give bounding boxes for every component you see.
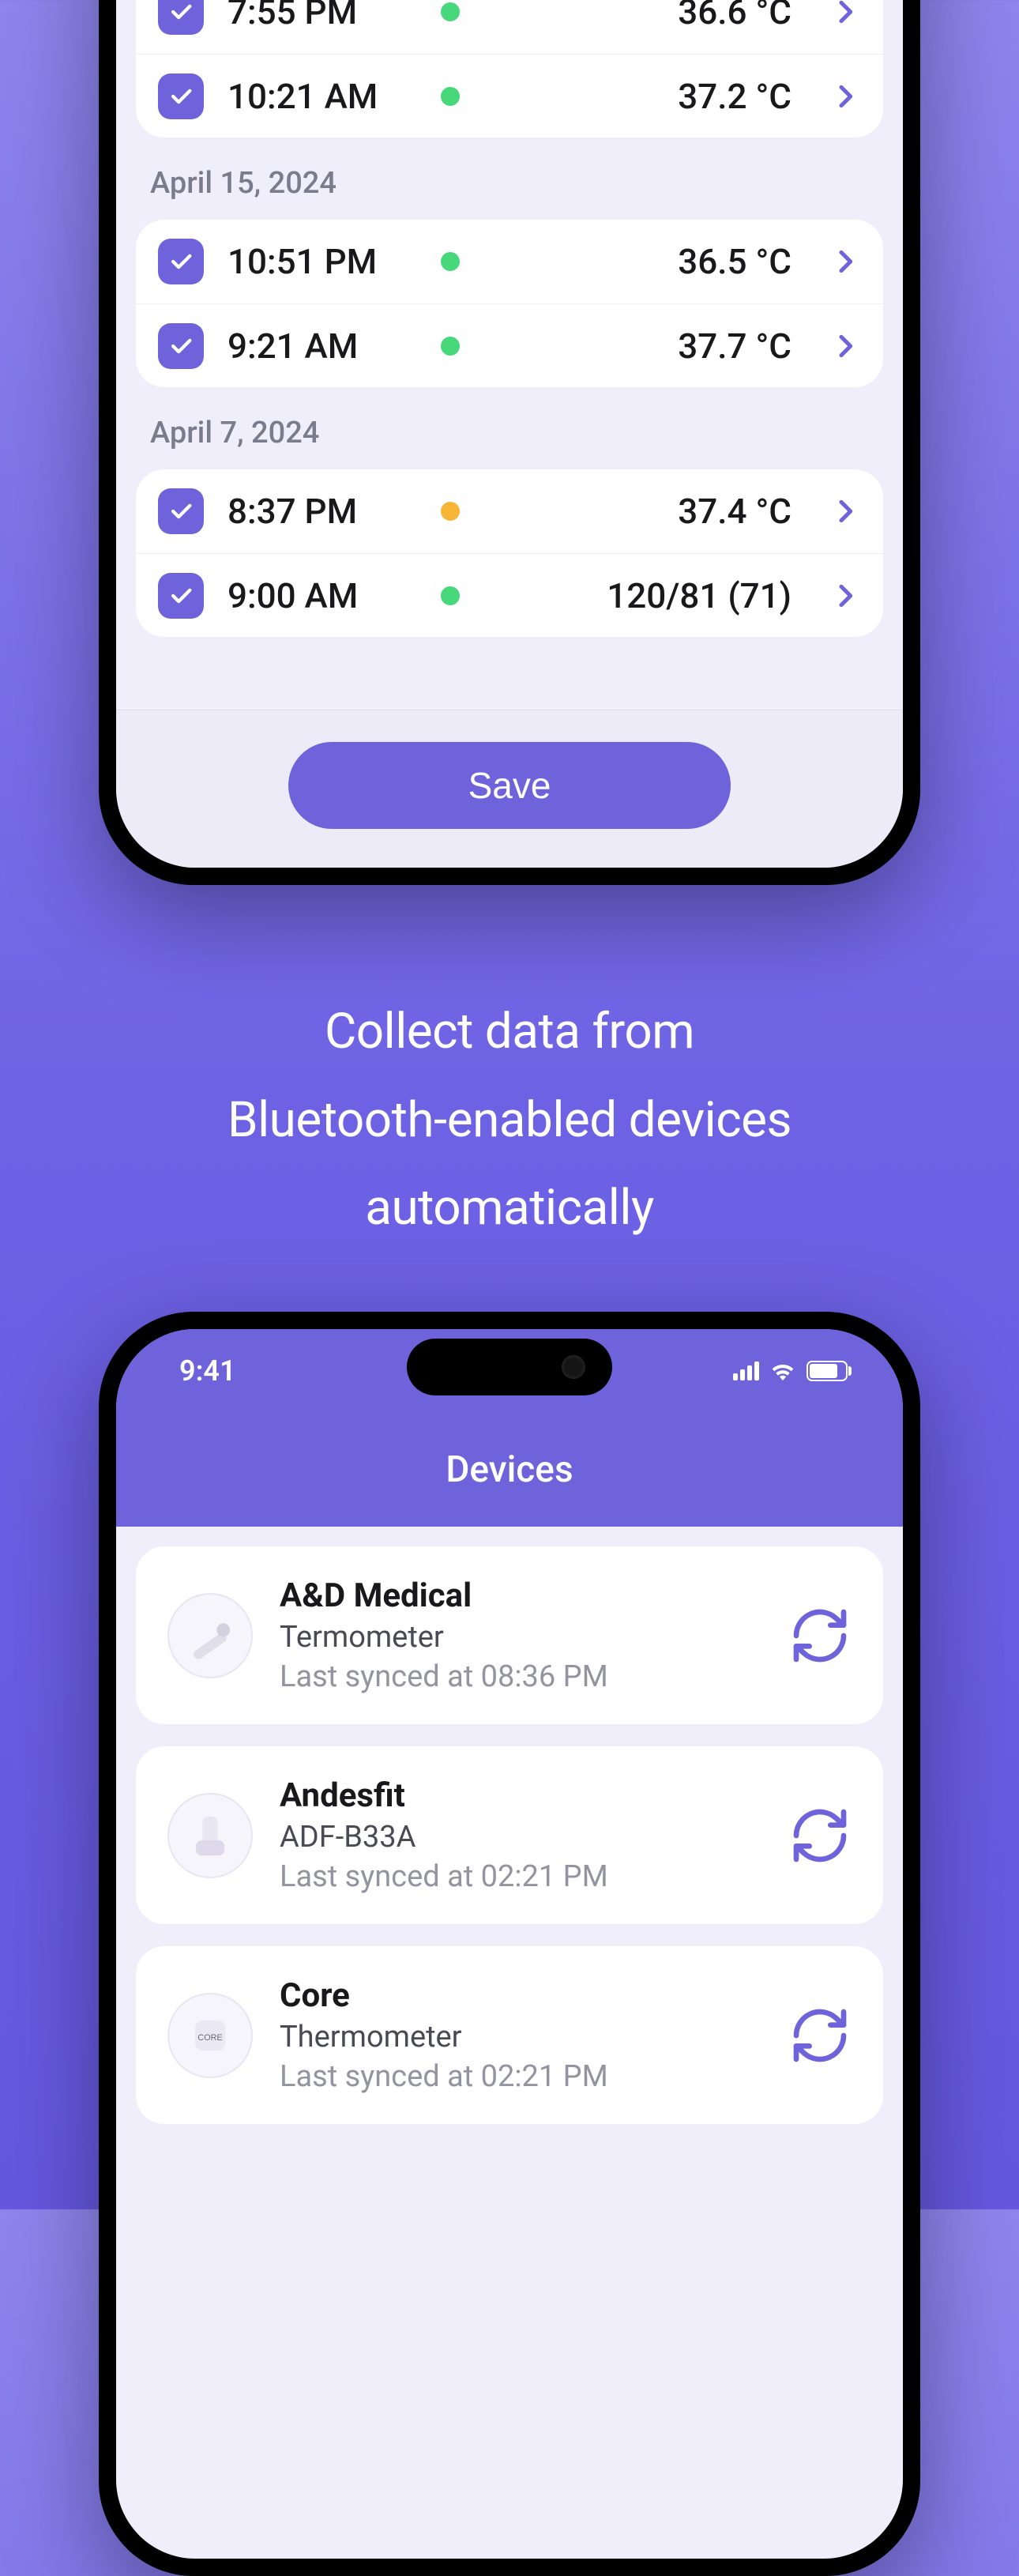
chevron-right-icon[interactable] (829, 580, 861, 612)
svg-text:CORE: CORE (197, 2033, 222, 2043)
record-time: 10:21 AM (227, 76, 417, 117)
status-time: 9:41 (179, 1354, 236, 1388)
device-image (167, 1793, 253, 1878)
device-image: CORE (167, 1993, 253, 2078)
device-model: Termometer (280, 1620, 761, 1655)
record-value: 37.7 °C (678, 326, 792, 367)
chevron-right-icon[interactable] (829, 330, 861, 362)
chevron-right-icon[interactable] (829, 0, 861, 28)
record-value: 37.2 °C (678, 76, 792, 117)
sync-icon[interactable] (788, 2004, 852, 2067)
checkbox[interactable] (158, 73, 204, 119)
section-date: April 7, 2024 (136, 387, 883, 469)
record-value: 36.6 °C (678, 0, 792, 32)
section-date: April 15, 2024 (136, 137, 883, 220)
record-row[interactable]: 7:55 PM 36.6 °C (136, 0, 883, 54)
device-image (167, 1593, 253, 1678)
device-row[interactable]: A&D Medical Termometer Last synced at 08… (136, 1546, 883, 1724)
device-model: Thermometer (280, 2020, 761, 2054)
record-value: 37.4 °C (678, 491, 792, 532)
battery-icon (807, 1361, 848, 1381)
marketing-line: automatically (63, 1164, 956, 1252)
checkbox[interactable] (158, 573, 204, 619)
status-dot (441, 502, 460, 521)
checkbox[interactable] (158, 323, 204, 369)
record-row[interactable]: 10:21 AM 37.2 °C (136, 54, 883, 137)
record-row[interactable]: 10:51 PM 36.5 °C (136, 220, 883, 303)
chevron-right-icon[interactable] (829, 495, 861, 527)
device-name: Core (280, 1976, 761, 2015)
status-dot (441, 252, 460, 271)
device-row[interactable]: Andesfit ADF-B33A Last synced at 02:21 P… (136, 1746, 883, 1924)
record-card: 8:37 PM 37.4 °C 9:00 AM 120/81 (71 (136, 469, 883, 637)
phone-frame-bottom: 9:41 Devices A&D Med (99, 1312, 920, 2576)
marketing-line: Bluetooth-enabled devices (63, 1076, 956, 1165)
screen-bottom: 9:41 Devices A&D Med (116, 1329, 903, 2559)
cellular-icon (733, 1361, 759, 1380)
checkbox[interactable] (158, 239, 204, 284)
checkbox[interactable] (158, 488, 204, 534)
record-row[interactable]: 9:00 AM 120/81 (71) (136, 553, 883, 637)
sync-icon[interactable] (788, 1604, 852, 1667)
record-value: 120/81 (71) (607, 575, 792, 616)
chevron-right-icon[interactable] (829, 81, 861, 112)
record-time: 7:55 PM (227, 0, 417, 32)
status-dot (441, 337, 460, 356)
marketing-text: Collect data from Bluetooth-enabled devi… (0, 988, 1019, 1252)
checkbox[interactable] (158, 0, 204, 35)
device-last-sync: Last synced at 08:36 PM (280, 1659, 761, 1694)
device-name: Andesfit (280, 1776, 761, 1815)
device-last-sync: Last synced at 02:21 PM (280, 1859, 761, 1894)
record-time: 9:21 AM (227, 326, 417, 367)
record-card: 10:51 PM 36.5 °C 9:21 AM 37.7 °C (136, 220, 883, 387)
bottom-bar: Save (116, 710, 903, 868)
record-row[interactable]: 8:37 PM 37.4 °C (136, 469, 883, 553)
status-dot (441, 586, 460, 605)
record-time: 8:37 PM (227, 491, 417, 532)
wifi-icon (770, 1361, 795, 1380)
record-value: 36.5 °C (678, 241, 792, 282)
chevron-right-icon[interactable] (829, 246, 861, 277)
phone-frame-top: 7:55 PM 36.6 °C 10:21 AM 37.2 °C (99, 0, 920, 885)
screen-top: 7:55 PM 36.6 °C 10:21 AM 37.2 °C (116, 0, 903, 868)
record-card: 7:55 PM 36.6 °C 10:21 AM 37.2 °C (136, 0, 883, 137)
record-row[interactable]: 9:21 AM 37.7 °C (136, 303, 883, 387)
device-row[interactable]: CORE Core Thermometer Last synced at 02:… (136, 1946, 883, 2124)
status-dot (441, 2, 460, 21)
sync-icon[interactable] (788, 1804, 852, 1867)
device-last-sync: Last synced at 02:21 PM (280, 2059, 761, 2094)
device-name: A&D Medical (280, 1576, 761, 1615)
status-dot (441, 87, 460, 106)
device-model: ADF-B33A (280, 1820, 761, 1855)
devices-list: A&D Medical Termometer Last synced at 08… (116, 1527, 903, 2144)
marketing-line: Collect data from (63, 988, 956, 1076)
save-button[interactable]: Save (288, 742, 731, 829)
record-time: 10:51 PM (227, 241, 417, 282)
record-time: 9:00 AM (227, 575, 417, 616)
dynamic-island (407, 1339, 612, 1395)
